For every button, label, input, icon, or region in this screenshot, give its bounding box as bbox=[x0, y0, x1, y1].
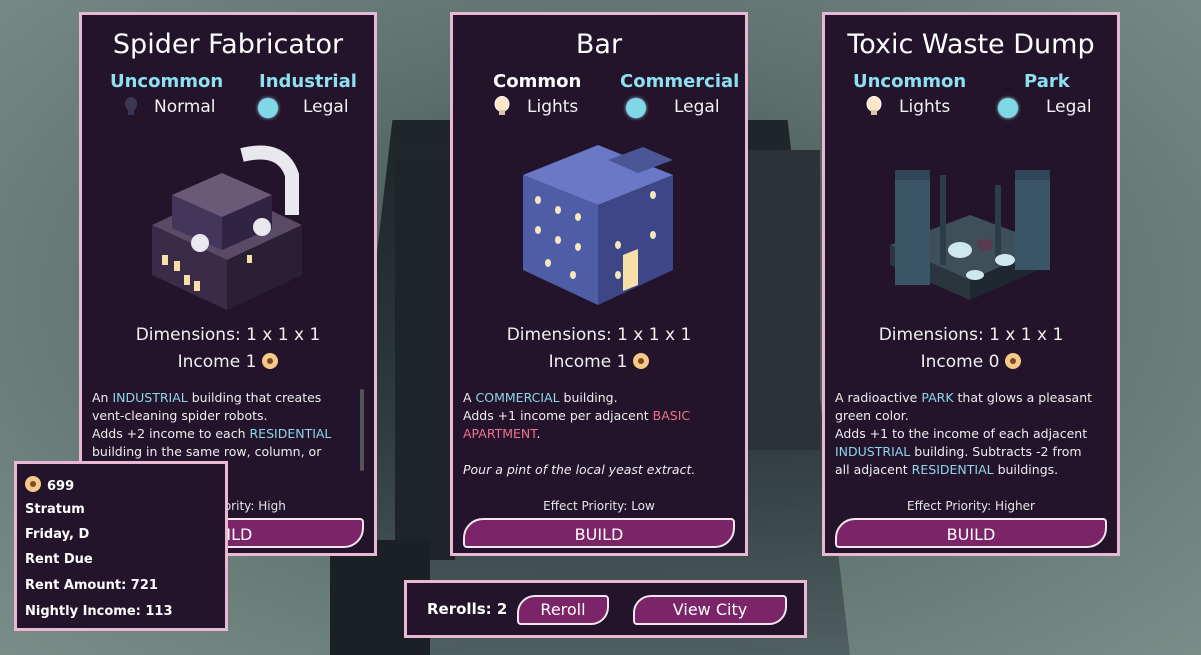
flavor-text: Pour a pint of the local yeast extract. bbox=[463, 462, 696, 477]
card-description: A COMMERCIAL building. Adds +1 income pe… bbox=[463, 389, 727, 479]
rerolls-panel: Rerolls: 2 Reroll View City bbox=[404, 580, 807, 638]
reroll-button[interactable]: Reroll bbox=[517, 595, 609, 625]
desc-keyword: COMMERCIAL bbox=[475, 390, 560, 405]
rarity-label: Uncommon bbox=[853, 71, 967, 92]
view-city-button[interactable]: View City bbox=[633, 595, 787, 625]
light-label: Lights bbox=[527, 97, 579, 117]
desc-text: Adds +1 income per adjacent bbox=[463, 408, 653, 423]
coin-icon bbox=[262, 353, 279, 369]
legal-dot-icon bbox=[998, 98, 1018, 118]
income-label: Income 1 bbox=[453, 352, 745, 372]
desc-text: Adds +1 to the income of each adjacent bbox=[835, 426, 1088, 441]
light-label: Normal bbox=[154, 97, 216, 117]
desc-keyword: RESIDENTIAL bbox=[911, 462, 994, 477]
rarity-label: Uncommon bbox=[110, 71, 224, 92]
category-label: Industrial bbox=[259, 71, 357, 92]
dimensions-label: Dimensions: 1 x 1 x 1 bbox=[135, 325, 321, 345]
desc-keyword: INDUSTRIAL bbox=[835, 444, 911, 459]
coin-icon bbox=[633, 353, 650, 369]
dimensions-label: Dimensions: 1 x 1 x 1 bbox=[506, 325, 692, 345]
rarity-label: Common bbox=[493, 71, 582, 92]
desc-text: An bbox=[92, 390, 113, 405]
desc-text: Adds +2 income to each bbox=[92, 426, 250, 441]
day-label: Friday, D bbox=[25, 527, 90, 542]
income-value: Income 1 bbox=[177, 352, 257, 372]
city-block bbox=[740, 150, 820, 450]
legality-label: Legal bbox=[1046, 97, 1092, 117]
stratum-label: Stratum bbox=[25, 502, 85, 517]
build-button[interactable]: BUILD bbox=[835, 518, 1107, 548]
rerolls-count: Rerolls: 2 bbox=[427, 600, 508, 618]
coin-icon bbox=[25, 476, 41, 492]
income-label: Income 1 bbox=[82, 352, 374, 372]
desc-text: building. bbox=[559, 390, 618, 405]
bulb-on-icon bbox=[866, 96, 882, 115]
card-title: Toxic Waste Dump bbox=[847, 29, 1095, 60]
desc-text: A bbox=[463, 390, 476, 405]
bulb-off-icon bbox=[125, 97, 137, 115]
desc-keyword: INDUSTRIAL bbox=[112, 390, 188, 405]
bulb-on-icon bbox=[494, 96, 510, 115]
legal-dot-icon bbox=[626, 98, 646, 118]
rent-amount-label: Rent Amount: 721 bbox=[25, 578, 158, 593]
build-button[interactable]: BUILD bbox=[463, 518, 735, 548]
light-label: Lights bbox=[899, 97, 951, 117]
income-label: Income 0 bbox=[825, 352, 1117, 372]
bar-art bbox=[523, 145, 673, 305]
rent-due-label: Rent Due bbox=[25, 552, 93, 567]
coin-count: 699 bbox=[47, 479, 75, 494]
desc-keyword: RESIDENTIAL bbox=[249, 426, 332, 441]
city-block bbox=[395, 160, 455, 560]
coin-icon bbox=[1005, 353, 1022, 369]
spider-fabricator-art bbox=[152, 145, 302, 310]
nightly-income-label: Nightly Income: 113 bbox=[25, 604, 173, 619]
effect-priority: Effect Priority: Low bbox=[543, 499, 655, 513]
coin-balance: 699 bbox=[25, 476, 74, 494]
card-title: Bar bbox=[575, 29, 623, 60]
desc-keyword: PARK bbox=[921, 390, 954, 405]
description-scrollbar[interactable] bbox=[360, 389, 364, 471]
desc-text: buildings. bbox=[993, 462, 1059, 477]
card-bar[interactable]: Bar Common Commercial Lights Legal Dimen… bbox=[450, 12, 748, 556]
category-label: Park bbox=[1024, 71, 1070, 92]
card-title: Spider Fabricator bbox=[112, 29, 344, 60]
category-label: Commercial bbox=[620, 71, 740, 92]
card-toxic-waste-dump[interactable]: Toxic Waste Dump Uncommon Park Lights Le… bbox=[822, 12, 1120, 556]
income-value: Income 0 bbox=[920, 352, 1000, 372]
effect-priority: Effect Priority: Higher bbox=[907, 499, 1035, 513]
card-description: A radioactive PARK that glows a pleasant… bbox=[835, 389, 1099, 479]
dimensions-label: Dimensions: 1 x 1 x 1 bbox=[878, 325, 1064, 345]
legal-dot-icon bbox=[258, 98, 278, 118]
toxic-waste-dump-art bbox=[890, 170, 1050, 300]
legality-label: Legal bbox=[674, 97, 720, 117]
stats-panel: 699 Stratum Friday, D Rent Due Rent Amou… bbox=[14, 461, 228, 631]
legality-label: Legal bbox=[303, 97, 349, 117]
desc-text: A radioactive bbox=[835, 390, 922, 405]
income-value: Income 1 bbox=[548, 352, 628, 372]
desc-text: . bbox=[536, 426, 541, 441]
